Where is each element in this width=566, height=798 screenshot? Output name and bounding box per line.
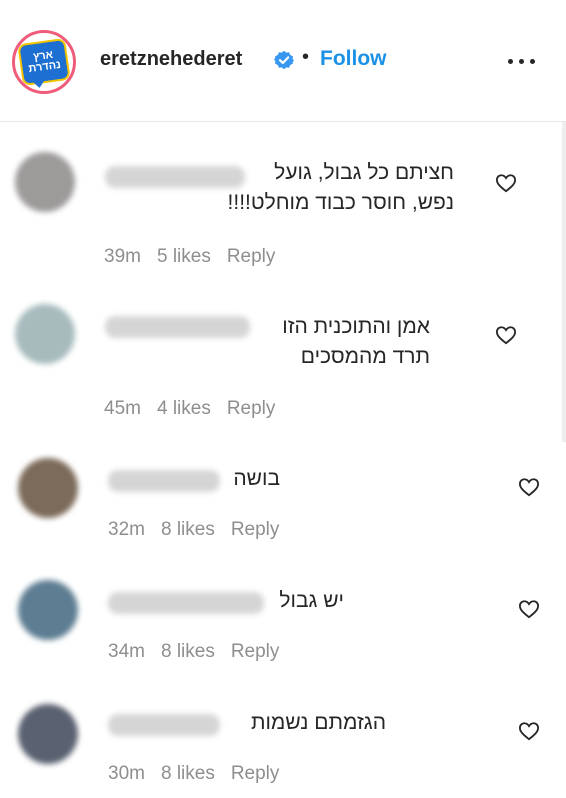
comment-likes[interactable]: 4 likes (157, 398, 211, 419)
account-avatar[interactable]: ארץ נהדרת (12, 30, 76, 94)
comment-text: בושה (233, 467, 280, 490)
reply-button[interactable]: Reply (227, 246, 276, 267)
more-options-icon[interactable] (506, 49, 538, 73)
comment-meta: 34m 8 likes Reply (108, 641, 295, 663)
comment-text: אמן והתוכנית הזו תרד מהמסכים (282, 315, 430, 368)
reply-button[interactable]: Reply (231, 519, 280, 540)
comment-time: 45m (104, 398, 141, 419)
comment-meta: 30m 8 likes Reply (108, 763, 295, 785)
comment-time: 30m (108, 763, 145, 784)
comment-time: 39m (104, 246, 141, 267)
comment-text: הגזמתם נשמות (250, 711, 386, 734)
comment-text: חציתם כל גבול, גועל נפש, חוסר כבוד מוחלט… (227, 161, 454, 214)
separator-dot: • (302, 46, 310, 68)
like-heart-icon[interactable] (495, 325, 517, 345)
like-heart-icon[interactable] (518, 599, 540, 619)
username[interactable]: eretznehederet (100, 48, 242, 71)
logo-text: ארץ נהדרת (27, 48, 62, 76)
like-heart-icon[interactable] (518, 721, 540, 741)
like-heart-icon[interactable] (518, 477, 540, 497)
eretz-nehederet-logo: ארץ נהדרת (17, 37, 71, 89)
verified-badge-icon (274, 50, 294, 70)
reply-button[interactable]: Reply (231, 641, 280, 662)
post-header: ארץ נהדרת eretznehederet • Follow (0, 0, 566, 122)
reply-button[interactable]: Reply (227, 398, 276, 419)
like-heart-icon[interactable] (495, 173, 517, 193)
comment-text: יש גבול (279, 589, 344, 612)
comment-likes[interactable]: 8 likes (161, 641, 215, 662)
reply-button[interactable]: Reply (231, 763, 280, 784)
comment-likes[interactable]: 8 likes (161, 763, 215, 784)
commenter-avatar[interactable] (18, 580, 78, 640)
commenter-avatar[interactable] (18, 458, 78, 518)
comment-meta: 32m 8 likes Reply (108, 519, 295, 541)
comment-likes[interactable]: 5 likes (157, 246, 211, 267)
comment-meta: 39m 5 likes Reply (104, 246, 291, 268)
comment-likes[interactable]: 8 likes (161, 519, 215, 540)
comment-time: 34m (108, 641, 145, 662)
scrollbar[interactable] (562, 122, 566, 442)
comment-time: 32m (108, 519, 145, 540)
comment-meta: 45m 4 likes Reply (104, 398, 291, 420)
commenter-avatar[interactable] (18, 704, 78, 764)
commenter-avatar[interactable] (15, 304, 75, 364)
commenter-avatar[interactable] (15, 152, 75, 212)
follow-button[interactable]: Follow (320, 47, 387, 71)
